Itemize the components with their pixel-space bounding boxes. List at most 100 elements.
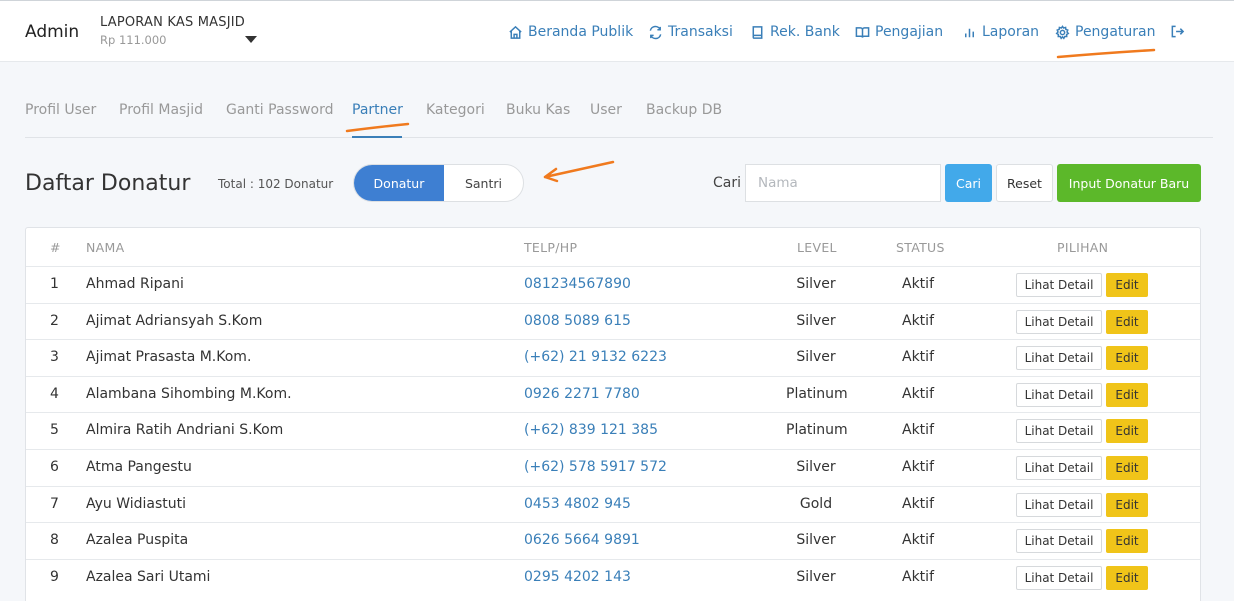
home-icon [509,25,522,39]
donatur-level: Platinum [786,385,848,402]
donatur-level: Silver [796,568,836,585]
column-header-status: STATUS [896,240,945,255]
donatur-name: Almira Ratih Andriani S.Kom [86,422,284,439]
tab-kategori[interactable]: Kategori [426,102,485,118]
donatur-phone-link[interactable]: 0926 2271 7780 [524,386,640,402]
view-detail-button[interactable]: Lihat Detail [1016,273,1102,297]
refresh-icon [649,25,662,39]
tab-ganti-password[interactable]: Ganti Password [226,102,334,118]
santri-toggle-button[interactable]: Santri [444,165,523,201]
view-detail-button[interactable]: Lihat Detail [1016,309,1102,334]
tab-profil-masjid[interactable]: Profil Masjid [119,102,203,118]
edit-button[interactable]: Edit [1106,419,1148,444]
tab-profil-user[interactable]: Profil User [25,102,96,118]
book-icon [752,25,763,39]
donatur-phone-link[interactable]: 0453 4802 945 [524,496,631,512]
donatur-status: Aktif [902,568,934,585]
edit-button[interactable]: Edit [1106,382,1148,407]
annotation-arrow [543,160,615,183]
row-number: 8 [50,532,59,549]
donatur-level: Silver [796,276,836,292]
edit-button[interactable]: Edit [1106,529,1148,554]
edit-button[interactable]: Edit [1106,492,1148,517]
row-number: 6 [50,459,59,475]
nav-laporan[interactable]: Laporan [962,24,1039,40]
donatur-phone-link[interactable]: 0808 5089 615 [524,313,631,329]
reset-button[interactable]: Reset [996,164,1053,202]
caret-down-icon[interactable] [245,36,257,43]
row-number: 3 [50,349,59,366]
donatur-name: Ajimat Adriansyah S.Kom [86,312,263,329]
nav-label: Rek. Bank [770,24,840,40]
donatur-name: Azalea Puspita [86,532,189,549]
view-detail-button[interactable]: Lihat Detail [1016,492,1102,517]
donatur-toggle-button[interactable]: Donatur [354,165,444,201]
top-navbar: Admin LAPORAN KAS MASJID Rp 111.000 Bera… [0,0,1234,62]
nav-pengaturan[interactable]: Pengaturan [1055,24,1155,40]
tab-buku-kas[interactable]: Buku Kas [506,102,570,118]
row-number: 7 [50,495,59,512]
table-row: 3 Ajimat Prasasta M.Kom. (+62) 21 9132 622… [26,339,1200,376]
add-donatur-button[interactable]: Input Donatur Baru [1057,164,1201,202]
edit-button[interactable]: Edit [1106,273,1148,297]
table-row: 9 Azalea Sari Utami 0295 4202 143 Silver Akt… [26,558,1200,596]
row-number: 5 [50,422,59,439]
view-detail-button[interactable]: Lihat Detail [1016,456,1102,480]
edit-button[interactable]: Edit [1106,309,1148,334]
donatur-level: Silver [796,349,836,366]
view-detail-button[interactable]: Lihat Detail [1016,346,1102,371]
donatur-phone-link[interactable]: 0295 4202 143 [524,569,631,585]
tab-user[interactable]: User [590,102,622,118]
logout-button[interactable] [1170,24,1185,43]
column-header-pilihan: PILIHAN [1057,240,1109,255]
tab-partner[interactable]: Partner [352,102,403,118]
donatur-name: Ayu Widiastuti [86,495,187,512]
donatur-table: # NAMA TELP/HP LEVEL STATUS PILIHAN 1 Ahm… [25,227,1201,601]
donatur-name: Ahmad Ripani [86,276,184,292]
donatur-status: Aktif [902,459,934,475]
edit-button[interactable]: Edit [1106,565,1148,590]
edit-button[interactable]: Edit [1106,346,1148,371]
view-detail-button[interactable]: Lihat Detail [1016,565,1102,590]
donatur-phone-link[interactable]: (+62) 21 9132 6223 [524,349,667,365]
active-tab-indicator [352,136,402,138]
search-input[interactable] [745,164,941,202]
donatur-name: Alambana Sihombing M.Kom. [86,385,292,402]
table-row: 1 Ahmad Ripani 081234567890 Silver Aktif Liha… [26,266,1200,303]
donatur-status: Aktif [902,532,934,549]
donatur-status: Aktif [902,385,934,402]
view-detail-button[interactable]: Lihat Detail [1016,529,1102,554]
column-header-nama: NAMA [86,240,125,255]
donatur-name: Atma Pangestu [86,459,192,475]
nav-label: Beranda Publik [528,24,634,40]
donatur-status: Aktif [902,276,934,292]
search-button[interactable]: Cari [945,164,992,202]
nav-rek-bank[interactable]: Rek. Bank [750,24,840,40]
donatur-level: Silver [796,532,836,549]
table-row: 5 Almira Ratih Andriani S.Kom (+62) 839 12… [26,412,1200,449]
row-number: 9 [50,568,59,585]
edit-button[interactable]: Edit [1106,456,1148,480]
table-row: 7 Ayu Widiastuti 0453 4802 945 Gold Aktif Lih… [26,485,1200,523]
donatur-status: Aktif [902,312,934,329]
donatur-level: Silver [796,312,836,329]
partner-type-toggle: Donatur Santri [353,164,524,202]
row-number: 4 [50,385,59,402]
nav-label: Laporan [982,24,1040,40]
donatur-phone-link[interactable]: 0626 5664 9891 [524,532,640,548]
nav-transaksi[interactable]: Transaksi [648,24,733,40]
tabs-divider [25,137,1213,138]
donatur-phone-link[interactable]: (+62) 839 121 385 [524,422,658,438]
org-switcher[interactable]: LAPORAN KAS MASJID Rp 111.000 [100,15,245,47]
view-detail-button[interactable]: Lihat Detail [1016,382,1102,407]
column-header-number: # [50,240,61,255]
brand-label[interactable]: Admin [25,22,79,42]
gear-icon [1055,24,1070,40]
tab-backup-db[interactable]: Backup DB [646,102,722,118]
view-detail-button[interactable]: Lihat Detail [1016,419,1102,444]
donatur-phone-link[interactable]: (+62) 578 5917 572 [524,459,667,475]
nav-beranda-publik[interactable]: Beranda Publik [508,24,633,40]
table-row: 4 Alambana Sihombing M.Kom. 0926 2271 7780… [26,375,1200,413]
nav-pengajian[interactable]: Pengajian [855,24,943,40]
donatur-phone-link[interactable]: 081234567890 [524,276,631,292]
